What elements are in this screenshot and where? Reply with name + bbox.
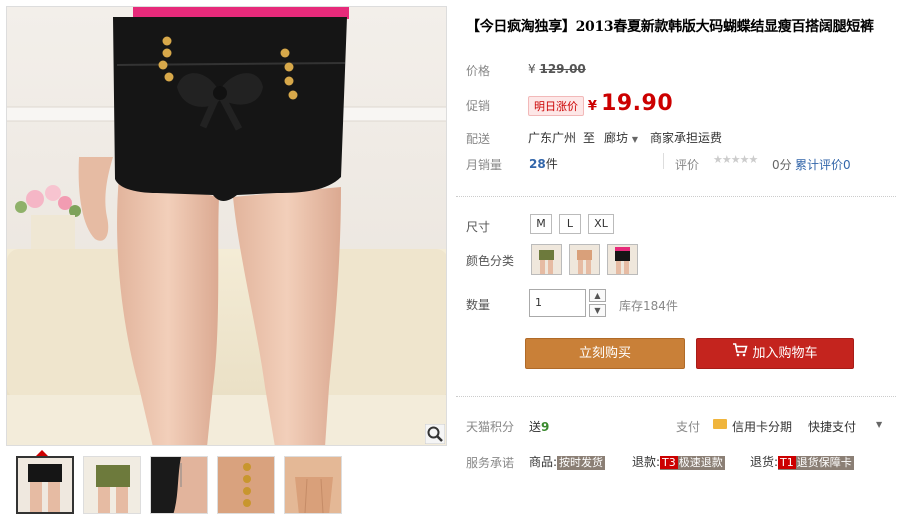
thumbnail-5[interactable]: [284, 456, 342, 514]
quantity-label: 数量: [466, 298, 491, 312]
product-title: 【今日疯淘独享】2013春夏新款韩版大码蝴蝶结显瘦百搭阔腿短裤: [466, 19, 874, 35]
size-label: 尺寸: [466, 220, 491, 234]
points-amount: 9: [541, 420, 550, 434]
main-product-image[interactable]: [6, 6, 447, 446]
rating-label: 评价: [675, 158, 700, 172]
service-goods-prefix: 商品:: [529, 455, 558, 469]
shipping-destination-select[interactable]: 廊坊 ▼: [604, 129, 638, 146]
add-to-cart-label: 加入购物车: [752, 346, 818, 361]
shipping-fee: 商家承担运费: [650, 131, 723, 145]
service-return-code: T1: [778, 456, 796, 469]
monthly-sales-label: 月销量: [466, 158, 503, 172]
thumbnail-4[interactable]: [217, 456, 275, 514]
points-send: 送: [529, 420, 542, 434]
original-price: ¥ 129.00: [528, 62, 586, 76]
chevron-up-icon: ▲: [594, 291, 601, 300]
stock-count: 库存184件: [619, 299, 678, 313]
monthly-sales-unit: 件: [545, 157, 558, 171]
thumbnail-strip: [16, 456, 342, 514]
size-option-xl[interactable]: XL: [588, 214, 614, 234]
service-return: 退货: T1 退货保障卡: [750, 453, 854, 470]
promo-price-value: 19.90: [601, 91, 674, 116]
size-option-l[interactable]: L: [559, 214, 581, 234]
monthly-sales-count: 28: [529, 157, 546, 171]
payment-label: 支付: [676, 420, 701, 434]
promo-label: 促销: [466, 99, 491, 113]
service-return-text: 退货保障卡: [796, 456, 852, 469]
chevron-down-icon[interactable]: ▼: [876, 420, 882, 429]
promo-row: 明日涨价 ¥ 19.90: [528, 91, 673, 116]
service-refund-code: T3: [660, 456, 678, 469]
credit-card-icon: [713, 419, 727, 429]
chevron-down-icon: ▼: [631, 135, 638, 144]
promo-tag: 明日涨价: [528, 96, 584, 116]
service-goods-tag[interactable]: 按时发货: [557, 456, 606, 470]
original-price-value: 129.00: [539, 62, 586, 76]
thumbnail-1[interactable]: [16, 456, 74, 514]
service-refund-prefix: 退款:: [632, 455, 661, 469]
service-goods: 商品: 按时发货: [529, 453, 606, 470]
rating-score: 0分: [772, 158, 792, 172]
thumbnail-3[interactable]: [150, 456, 208, 514]
chevron-down-icon: ▼: [594, 306, 601, 315]
service-refund-text: 极速退款: [678, 456, 723, 469]
credit-installment[interactable]: 信用卡分期: [732, 418, 792, 435]
original-price-currency: ¥: [528, 62, 536, 76]
color-label: 颜色分类: [466, 254, 515, 268]
quick-pay[interactable]: 快捷支付: [808, 418, 856, 435]
buy-now-button[interactable]: 立刻购买: [525, 338, 685, 369]
promo-price-currency: ¥: [587, 99, 597, 114]
color-option-black[interactable]: [607, 244, 638, 275]
points-value: 送9: [529, 418, 549, 435]
cart-icon: [732, 339, 749, 368]
quantity-decrease-button[interactable]: ▼: [589, 304, 606, 317]
points-label: 天猫积分: [466, 420, 515, 434]
shipping-label: 配送: [466, 132, 491, 146]
total-reviews-link[interactable]: 累计评价0: [795, 156, 851, 173]
color-option-green[interactable]: [531, 244, 562, 275]
service-return-prefix: 退货:: [750, 455, 779, 469]
shipping-destination: 廊坊: [604, 131, 629, 145]
add-to-cart-button[interactable]: 加入购物车: [696, 338, 854, 369]
quantity-increase-button[interactable]: ▲: [589, 289, 606, 302]
zoom-icon[interactable]: [424, 423, 446, 445]
section-divider: [456, 196, 896, 197]
color-option-beige[interactable]: [569, 244, 600, 275]
shipping-to-word: 至: [583, 131, 596, 145]
size-option-m[interactable]: M: [530, 214, 552, 234]
monthly-sales: 28件: [529, 155, 558, 172]
thumbnail-2[interactable]: [83, 456, 141, 514]
service-label: 服务承诺: [466, 456, 515, 470]
rating-stars-icon: ★★★★★: [713, 153, 758, 166]
shipping-from: 广东广州: [528, 131, 577, 145]
promo-price: ¥ 19.90: [587, 91, 673, 116]
service-return-tag[interactable]: T1 退货保障卡: [778, 456, 854, 470]
divider-line: [663, 153, 664, 169]
service-refund-tag[interactable]: T3 极速退款: [660, 456, 725, 470]
price-label: 价格: [466, 64, 491, 78]
quantity-input[interactable]: 1: [529, 289, 586, 317]
section-divider-2: [456, 396, 896, 397]
service-refund: 退款: T3 极速退款: [632, 453, 725, 470]
